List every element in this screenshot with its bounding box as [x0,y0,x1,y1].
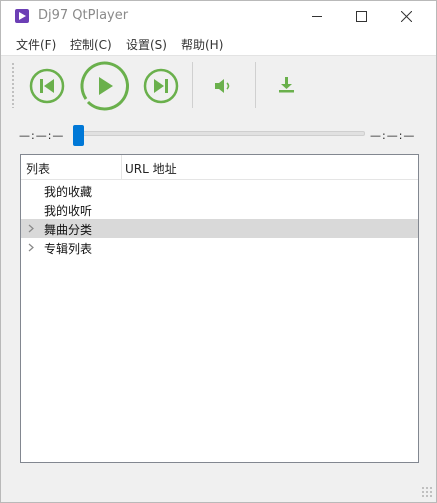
tree-row-label: 我的收听 [44,204,93,218]
volume-button[interactable] [212,76,234,96]
column-header-list[interactable]: 列表 [26,160,50,177]
next-button[interactable] [142,67,180,105]
tree-row-label: 我的收藏 [44,185,93,199]
play-button[interactable] [78,60,130,112]
menu-file[interactable]: 文件(F) [16,36,56,53]
tree-header: 列表 URL 地址 [21,155,418,180]
chevron-right-icon[interactable] [27,243,35,252]
chevron-right-icon[interactable] [27,224,35,233]
column-divider[interactable] [121,155,122,180]
tree-row[interactable]: 专辑列表 [21,238,418,257]
menu-bar: 文件(F) 控制(C) 设置(S) 帮助(H) [1,33,436,55]
app-logo-icon [15,9,29,23]
menu-settings[interactable]: 设置(S) [126,36,167,53]
toolbar [1,55,436,113]
close-button[interactable] [384,1,429,33]
tree-row[interactable]: 我的收藏 [21,181,418,200]
elapsed-time: —:—:— [19,129,65,142]
tree-row[interactable]: 我的收听 [21,200,418,219]
title-bar[interactable]: Dj97 QtPlayer [1,1,436,33]
tree-row[interactable]: 舞曲分类 [21,219,418,238]
total-time: —:—:— [370,129,416,142]
close-icon [401,11,412,22]
tree-row-label: 专辑列表 [44,242,93,256]
window-title: Dj97 QtPlayer [38,8,129,23]
maximize-icon [356,11,367,22]
toolbar-separator [192,62,193,108]
seek-slider-track[interactable] [77,131,365,136]
column-header-url[interactable]: URL 地址 [125,160,177,177]
toolbar-separator [255,62,256,108]
maximize-button[interactable] [339,1,384,33]
menu-help[interactable]: 帮助(H) [181,36,223,53]
minimize-button[interactable] [295,1,340,33]
toolbar-grip[interactable] [11,62,15,108]
size-grip[interactable] [421,486,433,498]
previous-button[interactable] [28,67,66,105]
download-button[interactable] [277,75,297,95]
seek-slider-handle[interactable] [73,125,84,146]
playlist-tree[interactable]: 列表 URL 地址 我的收藏 我的收听 舞曲分类 专辑列表 [20,154,419,463]
minimize-icon [312,16,322,17]
tree-row-label: 舞曲分类 [44,223,93,237]
menu-control[interactable]: 控制(C) [70,36,112,53]
app-window: Dj97 QtPlayer 文件(F) 控制(C) 设置(S) 帮助(H) —:… [0,0,437,503]
